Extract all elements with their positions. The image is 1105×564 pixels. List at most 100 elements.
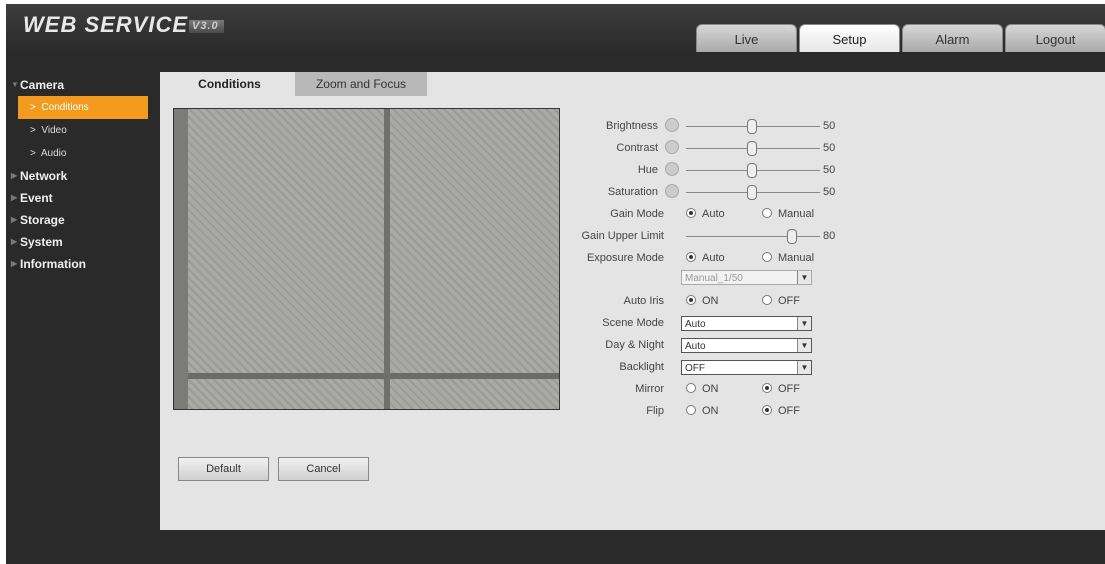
chevron-down-icon: ▼ [797, 339, 811, 352]
radio-selected-icon [686, 295, 696, 306]
sidebar-section-label: System [20, 235, 63, 249]
backlight-value: OFF [685, 363, 705, 374]
sidebar-section-label: Event [20, 191, 53, 205]
logo-text: WEB SERVICE [23, 12, 189, 37]
sidebar-section-system[interactable]: ▶ System [6, 231, 161, 253]
logo-version: V3.0 [189, 20, 224, 33]
radio-label: Auto [702, 208, 725, 220]
collapsed-arrow-icon: ▶ [11, 237, 18, 246]
gain-mode-auto-radio[interactable]: Auto [686, 208, 725, 220]
scene-mode-select[interactable]: Auto ▼ [681, 316, 812, 331]
exposure-mode-auto-radio[interactable]: Auto [686, 252, 725, 264]
sidebar-section-camera[interactable]: ▼ Camera [6, 74, 161, 96]
backlight-select[interactable]: OFF ▼ [681, 360, 812, 375]
saturation-slider-thumb[interactable] [747, 185, 757, 200]
day-night-select[interactable]: Auto ▼ [681, 338, 812, 353]
chevron-down-icon: ▼ [797, 361, 811, 374]
hue-slider-thumb[interactable] [747, 163, 757, 178]
radio-label: ON [702, 405, 719, 417]
chevron-right-icon: > [30, 102, 36, 113]
brightness-slider-thumb[interactable] [747, 119, 757, 134]
top-navigation: Live Setup Alarm Logout [696, 24, 1105, 52]
auto-iris-off-radio[interactable]: OFF [762, 295, 800, 307]
radio-unselected-icon [762, 252, 772, 263]
collapsed-arrow-icon: ▶ [11, 259, 18, 268]
header: WEB SERVICE V3.0 Live Setup Alarm Logout [6, 4, 1105, 52]
logo: WEB SERVICE V3.0 [23, 12, 224, 38]
chevron-down-icon: ▼ [797, 271, 811, 284]
exposure-mode-manual-radio[interactable]: Manual [762, 252, 814, 264]
radio-label: Auto [702, 252, 725, 264]
sidebar-item-label: Video [41, 125, 67, 136]
default-button[interactable]: Default [178, 457, 269, 481]
exposure-manual-value: Manual_1/50 [685, 273, 743, 284]
flip-off-radio[interactable]: OFF [762, 405, 800, 417]
flip-on-radio[interactable]: ON [686, 405, 719, 417]
hue-value: 50 [823, 164, 836, 176]
sidebar: ▼ Camera > Conditions > Video > Audio ▶ … [6, 52, 161, 564]
gain-upper-limit-label: Gain Upper Limit [581, 230, 664, 242]
contrast-label: Contrast [616, 142, 658, 154]
mirror-on-radio[interactable]: ON [686, 383, 719, 395]
scene-mode-label: Scene Mode [602, 317, 664, 329]
chevron-down-icon: ▼ [797, 317, 811, 330]
radio-selected-icon [686, 252, 696, 263]
cancel-button[interactable]: Cancel [278, 457, 369, 481]
gain-upper-limit-value: 80 [823, 230, 836, 242]
sidebar-item-label: Conditions [41, 102, 89, 113]
brightness-icon [665, 118, 679, 132]
brightness-label: Brightness [606, 120, 658, 132]
sidebar-section-network[interactable]: ▶ Network [6, 165, 161, 187]
hue-label: Hue [637, 164, 658, 176]
collapsed-arrow-icon: ▶ [11, 193, 18, 202]
contrast-value: 50 [823, 142, 836, 154]
preview-edge [174, 109, 188, 409]
app-frame: WEB SERVICE V3.0 Live Setup Alarm Logout … [6, 4, 1105, 564]
radio-unselected-icon [762, 208, 772, 219]
radio-label: OFF [778, 405, 800, 417]
nav-alarm[interactable]: Alarm [902, 24, 1003, 52]
gain-upper-limit-slider-thumb[interactable] [787, 229, 797, 244]
radio-label: ON [702, 295, 719, 307]
radio-unselected-icon [762, 295, 772, 306]
radio-label: ON [702, 383, 719, 395]
radio-unselected-icon [686, 405, 696, 416]
flip-label: Flip [646, 405, 664, 417]
radio-unselected-icon [686, 383, 696, 394]
auto-iris-on-radio[interactable]: ON [686, 295, 719, 307]
backlight-label: Backlight [619, 361, 664, 373]
nav-live[interactable]: Live [696, 24, 797, 52]
auto-iris-label: Auto Iris [623, 295, 664, 307]
nav-logout[interactable]: Logout [1005, 24, 1105, 52]
tab-zoom-and-focus[interactable]: Zoom and Focus [295, 72, 427, 96]
sidebar-item-conditions[interactable]: > Conditions [18, 96, 148, 119]
sidebar-section-information[interactable]: ▶ Information [6, 253, 161, 275]
sidebar-section-label: Network [20, 169, 68, 183]
radio-selected-icon [762, 383, 772, 394]
hue-icon [665, 162, 679, 176]
saturation-icon [665, 184, 679, 198]
sidebar-section-storage[interactable]: ▶ Storage [6, 209, 161, 231]
radio-label: OFF [778, 383, 800, 395]
expanded-arrow-icon: ▼ [11, 80, 19, 89]
saturation-label: Saturation [607, 186, 658, 198]
collapsed-arrow-icon: ▶ [11, 171, 18, 180]
radio-label: OFF [778, 295, 800, 307]
sidebar-section-event[interactable]: ▶ Event [6, 187, 161, 209]
day-night-value: Auto [685, 341, 706, 352]
sidebar-item-video[interactable]: > Video [6, 119, 161, 142]
chevron-right-icon: > [30, 125, 36, 136]
sidebar-item-audio[interactable]: > Audio [6, 142, 161, 165]
scene-mode-value: Auto [685, 319, 706, 330]
tab-conditions[interactable]: Conditions [166, 72, 293, 96]
saturation-value: 50 [823, 186, 836, 198]
radio-selected-icon [762, 405, 772, 416]
chevron-right-icon: > [30, 148, 36, 159]
sidebar-section-label: Information [20, 257, 86, 271]
gain-upper-limit-slider[interactable] [686, 236, 820, 237]
nav-setup[interactable]: Setup [799, 24, 900, 52]
gain-mode-manual-radio[interactable]: Manual [762, 208, 814, 220]
mirror-off-radio[interactable]: OFF [762, 383, 800, 395]
gain-mode-label: Gain Mode [610, 208, 664, 220]
contrast-slider-thumb[interactable] [747, 141, 757, 156]
